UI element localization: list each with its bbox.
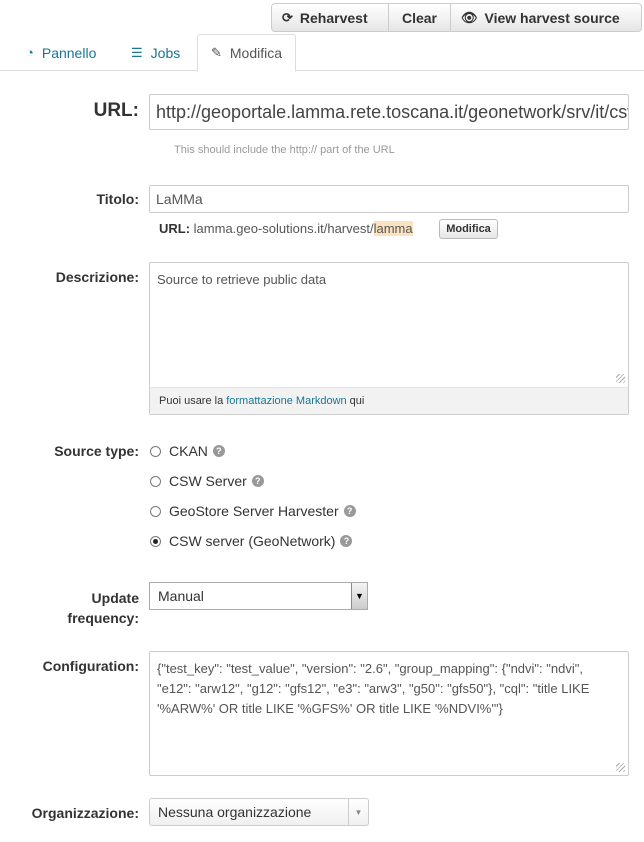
radio-csw-geonetwork[interactable]: CSW server (GeoNetwork) ? (150, 533, 353, 549)
tab-pannello[interactable]: ◔ Pannello (26, 34, 96, 71)
view-source-label: View harvest source (484, 9, 620, 26)
eye-icon: 👁 (461, 9, 478, 25)
markdown-hint: Puoi usare la formattazione Markdown qui (150, 387, 628, 414)
tab-label: Pannello (41, 44, 97, 61)
markdown-suffix: qui (349, 395, 365, 407)
reharvest-button[interactable]: ⟳ Reharvest (271, 3, 389, 32)
clear-button[interactable]: Clear (388, 3, 451, 32)
resize-handle[interactable] (616, 374, 625, 383)
chevron-down-icon[interactable]: ▼ (348, 799, 368, 825)
tab-modifica[interactable]: ✎ Modifica (197, 34, 296, 72)
radio-ckan[interactable]: CKAN ? (150, 443, 225, 459)
url-hint: This should include the http:// part of … (174, 144, 395, 156)
slug-label: URL: (159, 221, 191, 236)
slug-row: URL: lamma.geo-solutions.it/harvest/lamm… (159, 221, 413, 236)
radio-button[interactable] (150, 505, 161, 517)
help-icon[interactable]: ? (340, 535, 353, 547)
help-icon[interactable]: ? (251, 475, 264, 487)
title-value: LaMMa (156, 191, 203, 207)
help-icon[interactable]: ? (343, 505, 356, 517)
description-value: Source to retrieve public data (157, 272, 327, 287)
update-frequency-select[interactable]: Manual ▼ (149, 582, 368, 610)
update-frequency-value: Manual (158, 588, 204, 604)
edit-slug-button[interactable]: Modifica (439, 219, 498, 239)
url-input[interactable]: http://geoportale.lamma.rete.toscana.it/… (149, 94, 629, 130)
help-icon[interactable]: ? (212, 445, 225, 457)
radio-label: CSW server (GeoNetwork) (169, 533, 336, 549)
slug-value: lamma (373, 221, 413, 236)
edit-icon: ✎ (210, 45, 222, 60)
tab-bar: ◔ Pannello ☰ Jobs ✎ Modifica (0, 34, 644, 72)
radio-label: GeoStore Server Harvester (169, 503, 339, 519)
resize-handle[interactable] (616, 763, 625, 772)
reharvest-label: Reharvest (299, 9, 368, 26)
chevron-down-icon[interactable]: ▼ (351, 583, 367, 609)
slug-prefix: lamma.geo-solutions.it/harvest/ (193, 221, 374, 236)
configuration-value: {"test_key": "test_value", "version": "2… (157, 661, 590, 716)
title-input[interactable]: LaMMa (149, 185, 629, 213)
source-type-label: Source type: (54, 443, 139, 459)
list-icon: ☰ (131, 44, 143, 60)
harvest-actions: ⟳ Reharvest Clear 👁 View harvest source (271, 3, 642, 32)
configuration-textarea[interactable]: {"test_key": "test_value", "version": "2… (149, 651, 629, 776)
refresh-icon: ⟳ (282, 9, 293, 25)
view-harvest-source-button[interactable]: 👁 View harvest source (450, 3, 642, 32)
radio-label: CKAN (169, 443, 208, 459)
organization-label: Organizzazione: (31, 805, 139, 821)
radio-csw-server[interactable]: CSW Server ? (150, 473, 264, 489)
radio-button[interactable] (150, 445, 161, 457)
description-label: Descrizione: (55, 269, 139, 285)
radio-button[interactable] (150, 475, 161, 487)
description-textarea[interactable]: Source to retrieve public data Puoi usar… (149, 262, 629, 415)
configuration-label: Configuration: (42, 658, 139, 674)
tab-jobs[interactable]: ☰ Jobs (131, 34, 180, 71)
update-frequency-label: Update frequency: (67, 588, 139, 628)
radio-geostore[interactable]: GeoStore Server Harvester ? (150, 503, 356, 519)
markdown-link[interactable]: formattazione Markdown (226, 391, 346, 411)
dashboard-icon: ◔ (26, 45, 34, 60)
url-value: http://geoportale.lamma.rete.toscana.it/… (156, 101, 629, 122)
url-label: URL: (93, 100, 139, 121)
tab-label: Modifica (229, 45, 283, 61)
update-frequency-label-line1: Update (91, 590, 139, 606)
radio-button-checked[interactable] (150, 535, 161, 547)
organization-value: Nessuna organizzazione (158, 804, 312, 820)
tab-label: Jobs (150, 44, 181, 61)
update-frequency-label-line2: frequency: (67, 610, 139, 626)
radio-label: CSW Server (169, 473, 247, 489)
title-label: Titolo: (96, 191, 139, 207)
clear-label: Clear (401, 9, 438, 26)
organization-select[interactable]: Nessuna organizzazione ▼ (149, 798, 369, 826)
markdown-prefix: Puoi usare la (159, 395, 224, 407)
